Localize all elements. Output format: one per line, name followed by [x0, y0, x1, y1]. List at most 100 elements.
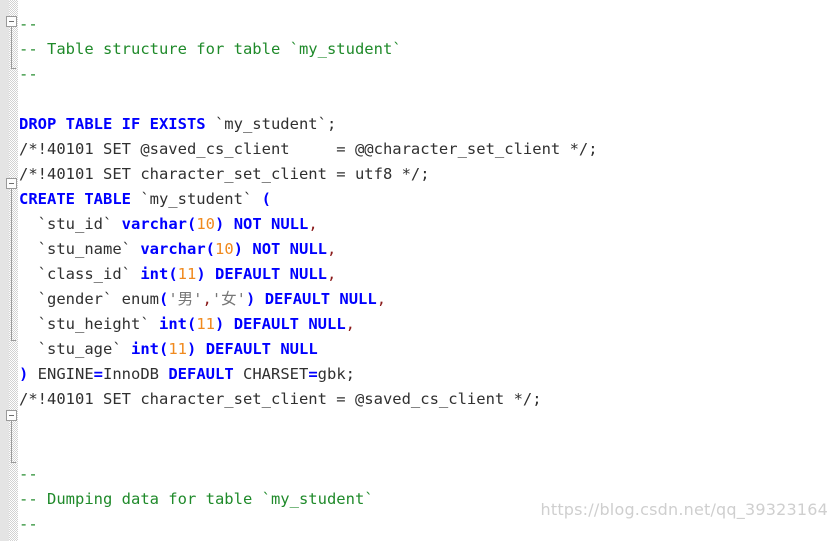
code-token-kw: NOT NULL	[233, 215, 309, 233]
code-token-plain: /*!40101 SET @saved_cs_client = @@charac…	[19, 140, 598, 158]
code-token-punc: (	[186, 315, 197, 333]
fold-stem	[11, 421, 12, 462]
code-token-kw: DEFAULT NULL	[264, 290, 377, 308]
code-token-plain: gbk;	[317, 365, 355, 383]
code-line[interactable]: ) ENGINE=InnoDB DEFAULT CHARSET=gbk;	[19, 362, 598, 387]
code-line[interactable]: --	[19, 12, 598, 37]
code-token-punc: (	[158, 290, 169, 308]
code-token-kw: int	[158, 315, 187, 333]
code-token-plain: `my_student`	[130, 190, 262, 208]
code-token-kw: NOT NULL	[252, 240, 328, 258]
code-line[interactable]: /*!40101 SET character_set_client = @sav…	[19, 387, 598, 412]
code-line[interactable]: `stu_name` varchar(10) NOT NULL,	[19, 237, 598, 262]
code-token-cmt: -- Dumping data for table `my_student`	[19, 490, 374, 508]
code-token-comma: ,	[202, 290, 212, 308]
code-line[interactable]: /*!40101 SET @saved_cs_client = @@charac…	[19, 137, 598, 162]
code-token-comma: ,	[308, 215, 318, 233]
code-token-str: '女'	[211, 290, 247, 308]
code-token-kw: varchar	[121, 215, 187, 233]
code-line[interactable]: --	[19, 462, 598, 487]
code-token-kw: int	[140, 265, 169, 283]
code-line[interactable]: /*!40101 SET character_set_client = utf8…	[19, 162, 598, 187]
code-line[interactable]: `gender` enum('男','女') DEFAULT NULL,	[19, 287, 598, 312]
code-line[interactable]: -- Dumping data for table `my_student`	[19, 487, 598, 512]
code-token-num: 11	[177, 265, 197, 283]
code-token-punc: =	[308, 365, 318, 383]
fold-collapse-icon[interactable]	[6, 410, 17, 421]
code-token-plain: `stu_name`	[19, 240, 141, 258]
code-line[interactable]: `stu_age` int(11) DEFAULT NULL	[19, 337, 598, 362]
code-token-num: 10	[196, 215, 215, 233]
code-token-punc: =	[93, 365, 104, 383]
code-token-kw: DROP TABLE IF EXISTS	[19, 115, 206, 133]
code-line[interactable]	[19, 412, 598, 437]
code-line[interactable]	[19, 87, 598, 112]
code-token-punc: (	[168, 265, 178, 283]
code-token-punc: (	[261, 190, 271, 208]
code-token-kw: DEFAULT NULL	[205, 340, 318, 358]
code-line[interactable]: `stu_id` varchar(10) NOT NULL,	[19, 212, 598, 237]
code-token-punc: )	[19, 365, 29, 383]
code-line[interactable]	[19, 537, 598, 541]
code-token-punc: )	[215, 315, 225, 333]
code-token-kw: DEFAULT NULL	[233, 315, 346, 333]
code-token-plain: `stu_age`	[19, 340, 131, 358]
code-token-cmt: --	[19, 515, 38, 533]
code-line[interactable]: CREATE TABLE `my_student` (	[19, 187, 598, 212]
fold-stem	[11, 189, 12, 340]
fold-collapse-icon[interactable]	[6, 178, 17, 189]
code-token-cmt: --	[19, 65, 38, 83]
code-token-cmt: -- Table structure for table `my_student…	[19, 40, 402, 58]
code-token-punc: )	[215, 215, 225, 233]
code-token-plain: CHARSET	[233, 365, 309, 383]
code-token-punc: (	[186, 215, 197, 233]
fold-end-marker	[11, 462, 16, 463]
code-line[interactable]: --	[19, 512, 598, 537]
code-line[interactable]: -- Table structure for table `my_student…	[19, 37, 598, 62]
code-line[interactable]: `stu_height` int(11) DEFAULT NULL,	[19, 312, 598, 337]
code-token-punc: (	[205, 240, 215, 258]
code-token-comma: ,	[327, 265, 337, 283]
code-token-punc: )	[196, 265, 206, 283]
code-token-cmt: --	[19, 465, 38, 483]
code-token-comma: ,	[327, 240, 337, 258]
fold-collapse-icon[interactable]	[6, 16, 17, 27]
code-token-plain: InnoDB	[103, 365, 169, 383]
code-token-plain: `stu_id`	[19, 215, 122, 233]
code-token-punc: )	[187, 340, 197, 358]
code-token-comma: ,	[345, 315, 356, 333]
code-token-kw: DEFAULT NULL	[215, 265, 328, 283]
code-line[interactable]: DROP TABLE IF EXISTS `my_student`;	[19, 112, 598, 137]
code-token-str: '男'	[168, 290, 203, 308]
code-token-plain: `my_student`;	[205, 115, 337, 133]
code-line[interactable]: `class_id` int(11) DEFAULT NULL,	[19, 262, 598, 287]
code-token-comma: ,	[376, 290, 387, 308]
code-token-num: 11	[196, 315, 215, 333]
code-token-plain: /*!40101 SET character_set_client = utf8…	[19, 165, 430, 183]
editor-gutter-margin	[0, 0, 9, 541]
code-line[interactable]: --	[19, 62, 598, 87]
fold-stem	[11, 27, 12, 68]
code-token-kw: int	[130, 340, 159, 358]
code-token-punc: )	[233, 240, 244, 258]
code-token-plain: `stu_height`	[19, 315, 159, 333]
code-token-plain: `gender` enum	[19, 290, 159, 308]
code-token-punc: (	[158, 340, 169, 358]
fold-end-marker	[11, 68, 16, 69]
code-token-plain: /*!40101 SET character_set_client = @sav…	[19, 390, 542, 408]
code-token-kw: CREATE TABLE	[19, 190, 131, 208]
code-token-num: 11	[168, 340, 187, 358]
code-token-kw: varchar	[140, 240, 206, 258]
code-content[interactable]: -- -- Table structure for table `my_stude…	[19, 12, 598, 541]
code-token-plain: `class_id`	[19, 265, 141, 283]
sql-code-editor[interactable]: -- -- Table structure for table `my_stude…	[0, 0, 832, 541]
code-token-num: 10	[215, 240, 234, 258]
code-line[interactable]	[19, 437, 598, 462]
code-token-plain: ENGINE	[28, 365, 94, 383]
